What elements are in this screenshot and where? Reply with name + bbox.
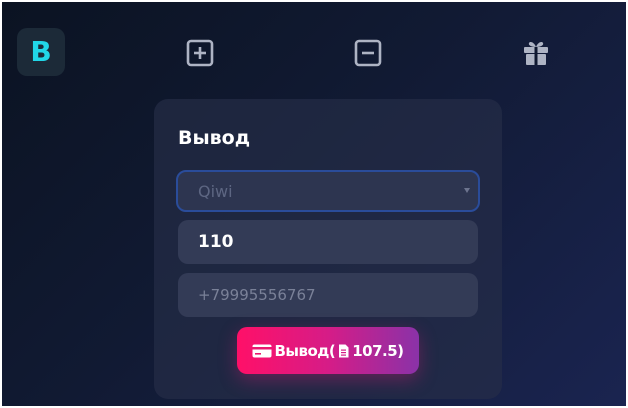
- bonus-nav-button[interactable]: [521, 38, 551, 68]
- withdraw-button-amount: 107.5): [352, 341, 404, 360]
- amount-input[interactable]: 110: [178, 220, 478, 264]
- credit-card-icon: [252, 344, 272, 358]
- app-frame: B Вывод Qiwi 110 +79995556767 Вывод(107…: [2, 2, 626, 406]
- payment-method-value: Qiwi: [198, 181, 233, 201]
- wallet-placeholder: +79995556767: [198, 286, 316, 304]
- withdraw-button-label: Вывод(: [274, 341, 336, 360]
- top-navigation: B: [2, 2, 626, 92]
- minus-square-icon: [354, 39, 382, 67]
- withdraw-nav-button[interactable]: [353, 38, 383, 68]
- amount-value: 110: [198, 232, 234, 252]
- logo-letter: B: [30, 35, 52, 68]
- withdraw-title: Вывод: [178, 127, 251, 149]
- gift-icon: [524, 42, 548, 65]
- withdraw-card: Вывод Qiwi 110 +79995556767 Вывод(107.5…: [154, 99, 502, 399]
- logo[interactable]: B: [17, 28, 65, 76]
- plus-square-icon: [186, 39, 214, 67]
- chevron-down-icon: [464, 188, 470, 193]
- payment-method-select[interactable]: Qiwi: [176, 170, 480, 212]
- document-icon: [338, 344, 349, 358]
- deposit-nav-button[interactable]: [185, 38, 215, 68]
- withdraw-button[interactable]: Вывод( 107.5): [237, 327, 419, 374]
- wallet-input[interactable]: +79995556767: [178, 273, 478, 317]
